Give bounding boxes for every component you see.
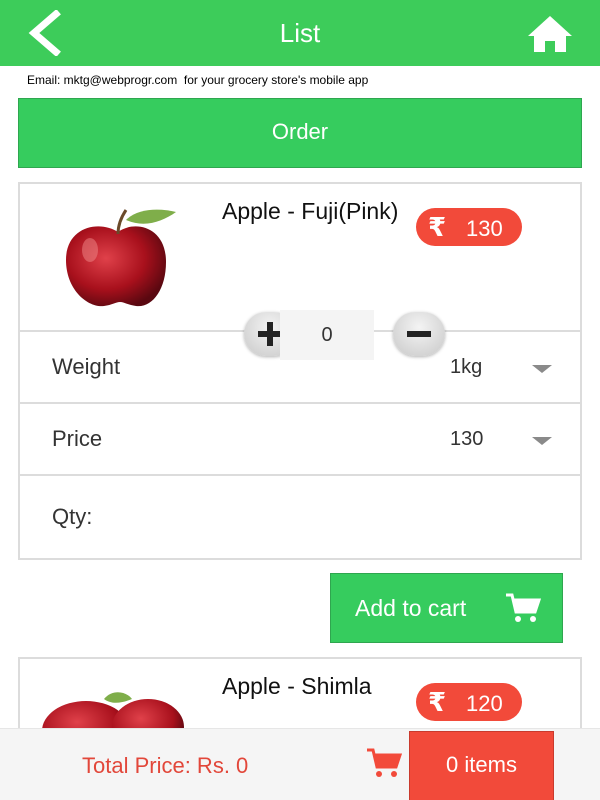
add-to-cart-button[interactable]: Add to cart bbox=[330, 573, 563, 643]
chevron-down-icon[interactable] bbox=[532, 365, 552, 373]
quantity-input[interactable] bbox=[280, 310, 374, 360]
qty-row: Qty: bbox=[20, 476, 580, 560]
home-icon[interactable] bbox=[526, 14, 574, 54]
cart-icon bbox=[506, 593, 541, 622]
price-badge: ₹ 130 bbox=[416, 208, 522, 246]
cart-footer: Total Price: Rs. 0 0 items bbox=[0, 728, 600, 800]
total-price: Total Price: Rs. 0 bbox=[82, 753, 249, 778]
app-header: List bbox=[0, 0, 600, 66]
cart-items-button[interactable]: 0 items bbox=[409, 731, 554, 800]
qty-label: Qty: bbox=[52, 504, 93, 529]
minus-icon bbox=[407, 331, 431, 337]
page-title: List bbox=[279, 18, 321, 48]
email-notice: Email: mktg@webprogr.com for your grocer… bbox=[27, 73, 369, 87]
price-badge: ₹ 120 bbox=[416, 683, 522, 721]
order-button[interactable]: Order bbox=[18, 98, 582, 168]
rupee-icon: ₹ bbox=[428, 687, 447, 717]
weight-value[interactable]: 1kg bbox=[450, 356, 482, 379]
product-name: Apple - Fuji(Pink) bbox=[222, 198, 399, 224]
price-row[interactable]: Price 130 bbox=[20, 404, 580, 476]
cart-icon[interactable] bbox=[366, 747, 402, 779]
price-value[interactable]: 130 bbox=[450, 428, 483, 451]
apple-image bbox=[66, 209, 176, 307]
price-badge-value: 120 bbox=[466, 691, 503, 716]
product-name: Apple - Shimla bbox=[222, 673, 372, 699]
weight-label: Weight bbox=[52, 354, 121, 379]
product-card: Apple - Fuji(Pink) ₹ 130 Weight 1kg Pric… bbox=[18, 182, 582, 560]
add-to-cart-label: Add to cart bbox=[355, 595, 467, 621]
price-label: Price bbox=[52, 426, 103, 451]
chevron-down-icon[interactable] bbox=[532, 437, 552, 445]
price-badge-value: 130 bbox=[466, 216, 503, 241]
decrement-button[interactable] bbox=[393, 312, 445, 356]
rupee-icon: ₹ bbox=[428, 212, 447, 242]
